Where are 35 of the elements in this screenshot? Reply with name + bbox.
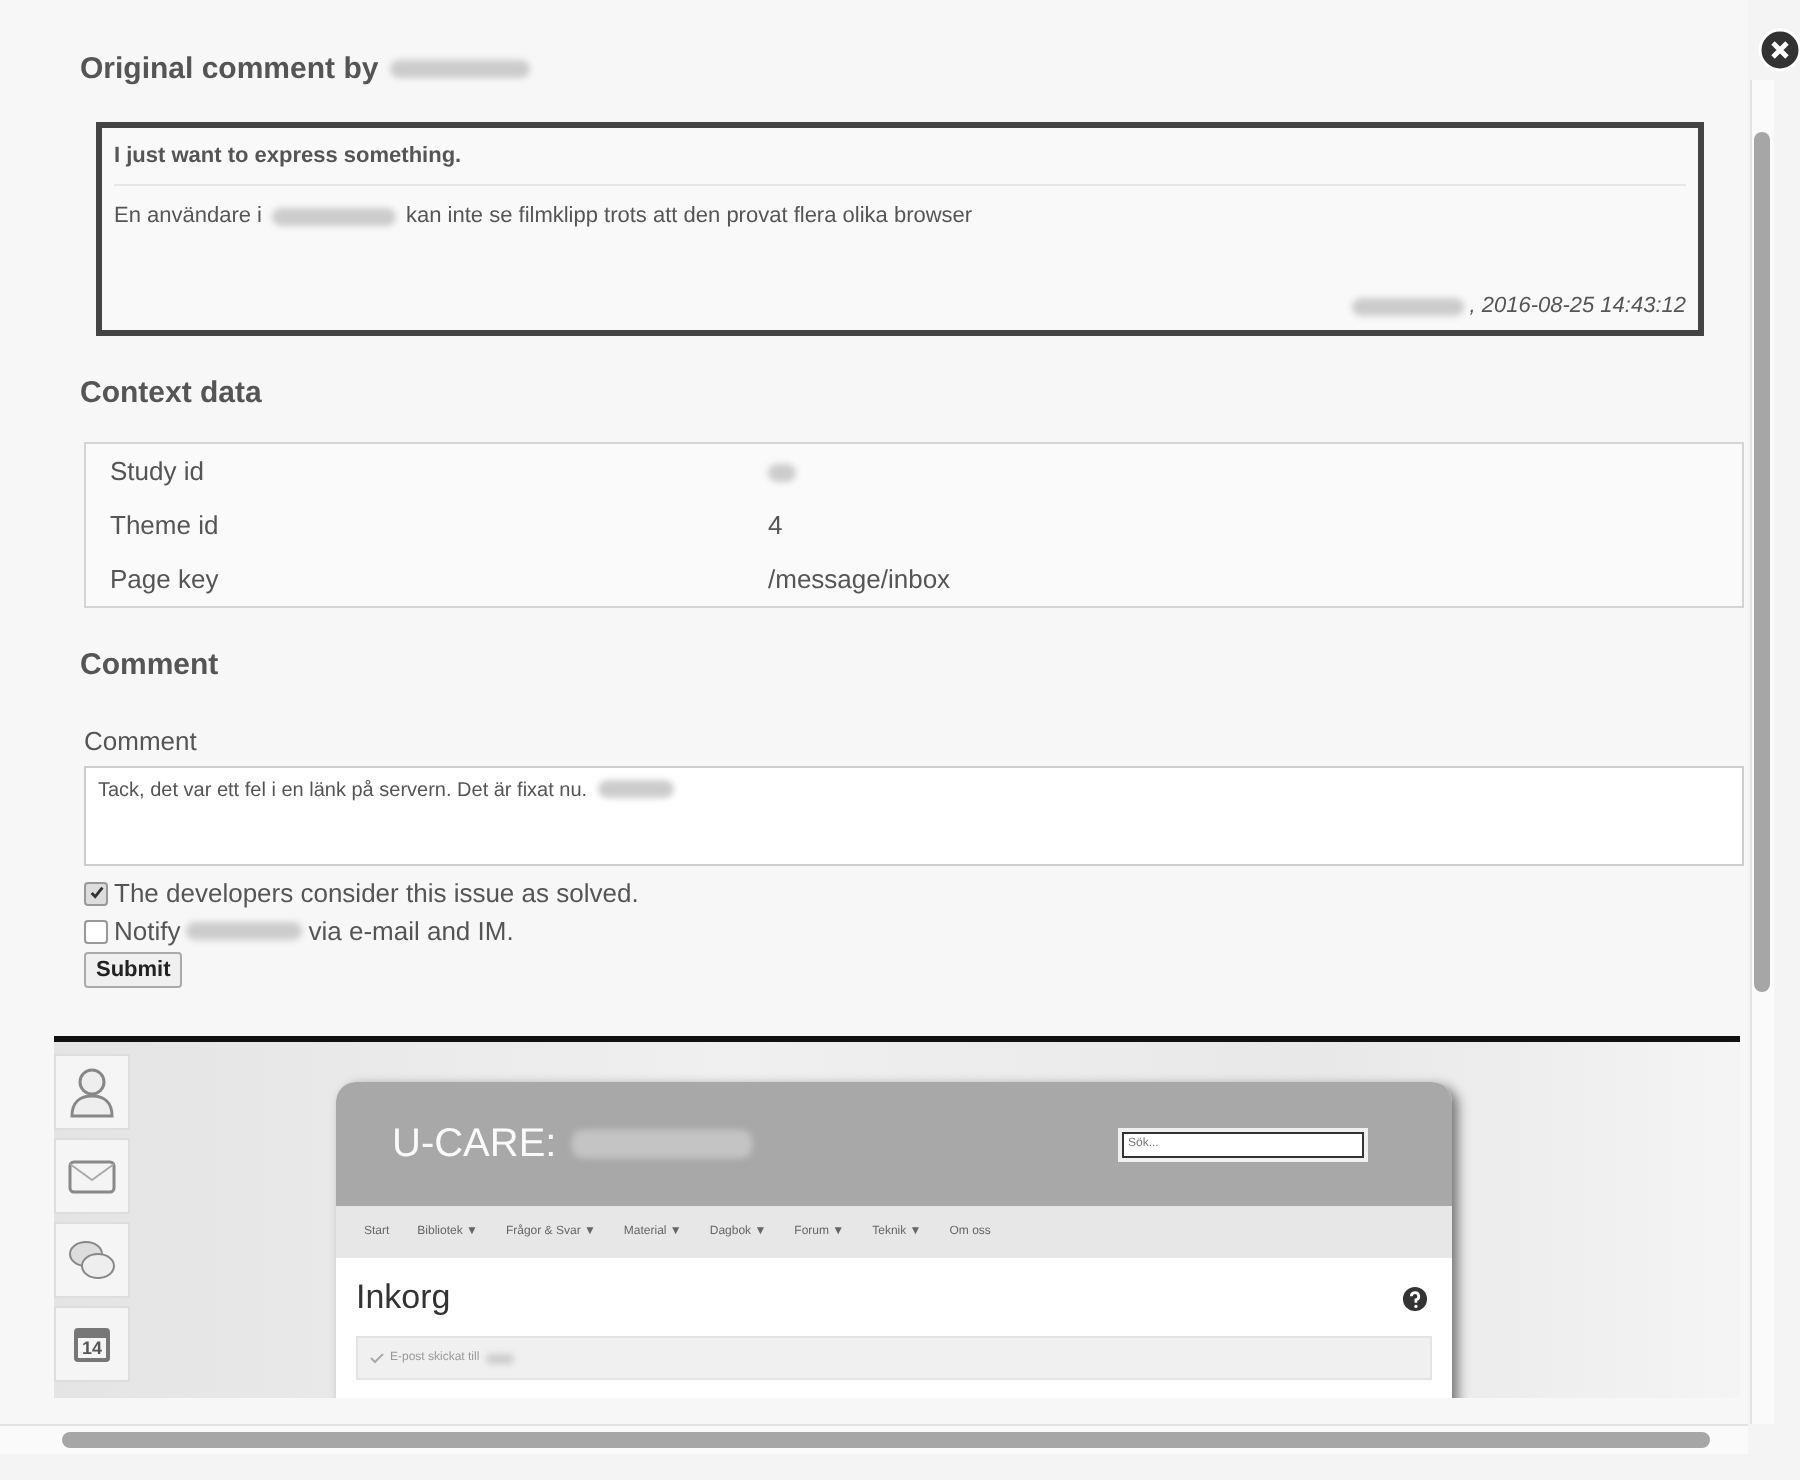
close-icon[interactable] <box>1758 28 1800 72</box>
blurred-text <box>1351 297 1464 315</box>
field-label: Comment <box>84 726 199 756</box>
checkbox-label: via e-mail and IM. <box>308 916 514 946</box>
check-icon <box>370 1352 384 1364</box>
blurred-text <box>390 60 531 78</box>
scrollbar-thumb[interactable] <box>1754 132 1770 992</box>
calendar-icon[interactable]: 14 <box>73 1327 110 1361</box>
comment-field[interactable]: Tack, det var ett fel i en länk på servern. Det är fixat nu. <box>84 766 1744 866</box>
help-icon[interactable] <box>1402 1285 1428 1311</box>
section-heading: Comment <box>80 648 219 682</box>
comment-title: I just want to express something. <box>114 144 1686 186</box>
checkbox[interactable] <box>84 881 108 905</box>
table-cell: Page key <box>85 552 744 607</box>
table-cell: Theme id <box>85 498 744 552</box>
submit-button[interactable]: Submit <box>84 952 183 988</box>
section-heading: Original comment by <box>80 52 379 86</box>
comment-text: kan inte se filmklipp trots att den provat flera olika browser <box>406 204 973 228</box>
blurred-text <box>597 780 674 798</box>
blurred-text <box>272 207 396 225</box>
checkbox-label: The developers consider this issue as solved. <box>114 878 639 908</box>
blurred-text <box>186 922 303 940</box>
checkbox-label: Notify <box>114 916 181 946</box>
section-heading: Context data <box>80 376 262 410</box>
table-cell: Study id <box>85 443 744 498</box>
blurred-text <box>485 1353 514 1363</box>
brand-title: U-CARE: <box>392 1121 557 1167</box>
scrollbar-thumb[interactable] <box>62 1432 1710 1448</box>
blurred-text <box>768 464 796 483</box>
page-title: Inkorg <box>356 1278 451 1318</box>
comment-text: En användare i <box>114 204 262 228</box>
comment-date: , 2016-08-25 14:43:12 <box>1469 294 1686 318</box>
table-cell: /message/inbox <box>744 552 1743 607</box>
checkbox[interactable] <box>84 919 108 943</box>
table-cell: 4 <box>744 498 1743 552</box>
